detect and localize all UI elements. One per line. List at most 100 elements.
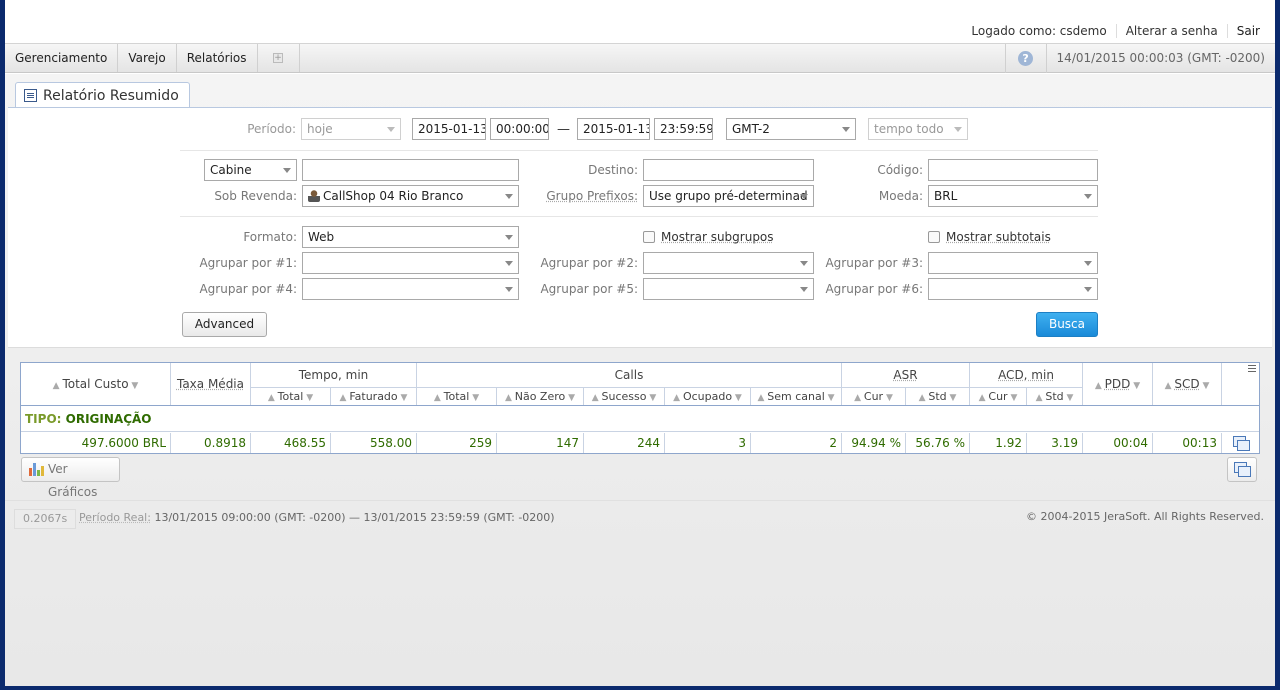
col-tempo-total-label: Total	[277, 390, 304, 403]
bar-chart-icon	[29, 463, 44, 476]
cabine-input[interactable]	[302, 159, 519, 181]
date-to-input[interactable]: 2015-01-13	[577, 118, 650, 140]
moeda-select[interactable]: BRL	[928, 185, 1098, 207]
col-asr-cur-label: Cur	[863, 390, 884, 403]
sob-revenda-select[interactable]: CallShop 04 Rio Branco	[302, 185, 519, 207]
logged-as-text: Logado como: csdemo	[971, 24, 1107, 38]
agrupar6-select[interactable]	[928, 278, 1098, 300]
col-taxa-media[interactable]: Taxa Média	[171, 363, 251, 405]
col-group-tempo: Tempo, min	[251, 363, 417, 387]
agrupar1-select[interactable]	[302, 252, 519, 274]
tab-relatorio-resumido[interactable]: Relatório Resumido	[15, 82, 190, 108]
cell-asr-cur: 94.94 %	[842, 433, 906, 453]
mostrar-subtotais-checkbox[interactable]: Mostrar subtotais	[928, 230, 1051, 244]
reseller-avatar-icon	[308, 189, 320, 202]
col-pdd[interactable]: ▲ PDD ▼	[1083, 363, 1153, 405]
col-tempo-faturado-label: Faturado	[349, 390, 398, 403]
formato-select[interactable]: Web	[302, 226, 519, 248]
menu-gerenciamento[interactable]: Gerenciamento	[5, 44, 119, 72]
col-asr-cur[interactable]: ▲ Cur ▼	[842, 387, 906, 405]
col-calls-nao-zero[interactable]: ▲ Não Zero ▼	[497, 387, 584, 405]
col-calls-ocupado-label: Ocupado	[682, 390, 733, 403]
col-group-asr: ASR	[842, 363, 970, 387]
col-calls-ocupado[interactable]: ▲ Ocupado ▼	[665, 387, 751, 405]
codigo-label: Código:	[877, 163, 923, 177]
col-calls-total-label: Total	[443, 390, 470, 403]
plus-icon: +	[273, 53, 283, 63]
col-acd-std[interactable]: ▲ Std ▼	[1027, 387, 1083, 405]
cell-calls-sucesso: 244	[584, 433, 665, 453]
cell-tempo-total: 468.55	[251, 433, 331, 453]
col-acd-cur[interactable]: ▲ Cur ▼	[970, 387, 1027, 405]
col-tempo-faturado[interactable]: ▲ Faturado ▼	[331, 387, 417, 405]
col-calls-sem-canal[interactable]: ▲ Sem canal ▼	[751, 387, 842, 405]
agrupar2-select[interactable]	[643, 252, 814, 274]
col-acd-std-label: Std	[1045, 390, 1064, 403]
periodo-real-label: Período Real:	[79, 511, 151, 524]
range-select[interactable]: tempo todo	[868, 118, 968, 140]
col-calls-sucesso-label: Sucesso	[601, 390, 647, 403]
add-tab-button[interactable]: +	[258, 44, 300, 72]
server-datetime: 14/01/2015 00:00:03 (GMT: -0200)	[1056, 51, 1265, 65]
cabine-select[interactable]: Cabine	[204, 159, 297, 181]
periodo-label: Período:	[247, 122, 296, 136]
search-button[interactable]: Busca	[1036, 312, 1098, 337]
col-asr-std-label: Std	[928, 390, 947, 403]
advanced-button[interactable]: Advanced	[182, 312, 267, 337]
checkbox-box	[643, 231, 655, 243]
checkbox-box	[928, 231, 940, 243]
agrupar5-select[interactable]	[643, 278, 814, 300]
cell-calls-sem-canal: 2	[751, 433, 842, 453]
sob-revenda-value: CallShop 04 Rio Branco	[323, 189, 464, 203]
time-to-input[interactable]: 23:59:59	[654, 118, 713, 140]
agrupar4-select[interactable]	[302, 278, 519, 300]
col-pdd-label: PDD	[1104, 377, 1131, 391]
periodo-real: Período Real: 13/01/2015 09:00:00 (GMT: …	[79, 511, 555, 524]
codigo-input[interactable]	[928, 159, 1098, 181]
results-table: ▲ Total Custo ▼ Taxa Média Tempo, min ▲ …	[20, 362, 1260, 454]
col-calls-total[interactable]: ▲ Total ▼	[417, 387, 497, 405]
menu-relatorios[interactable]: Relatórios	[177, 44, 258, 72]
render-time-badge: 0.2067s	[14, 509, 77, 529]
copyright: © 2004-2015 JeraSoft. All Rights Reserve…	[1026, 510, 1264, 523]
copy-table-button[interactable]	[1227, 457, 1257, 482]
date-range-dash: —	[557, 122, 570, 137]
col-calls-sucesso[interactable]: ▲ Sucesso ▼	[584, 387, 665, 405]
col-group-asr-label: ASR	[893, 368, 918, 382]
col-group-acd-label: ACD, min	[998, 368, 1054, 382]
col-tempo-total[interactable]: ▲ Total ▼	[251, 387, 331, 405]
col-group-acd: ACD, min	[970, 363, 1083, 387]
cell-pdd: 00:04	[1083, 433, 1153, 453]
destino-input[interactable]	[643, 159, 814, 181]
agrupar3-select[interactable]	[928, 252, 1098, 274]
col-scd[interactable]: ▲ SCD ▼	[1153, 363, 1222, 405]
col-total-custo[interactable]: ▲ Total Custo ▼	[21, 363, 171, 405]
timezone-select[interactable]: GMT-2	[726, 118, 856, 140]
change-password-link[interactable]: Alterar a senha	[1115, 24, 1227, 38]
col-calls-nao-zero-label: Não Zero	[514, 390, 566, 403]
cell-asr-std: 56.76 %	[906, 433, 970, 453]
time-from-input[interactable]: 00:00:00	[490, 118, 549, 140]
logout-link[interactable]: Sair	[1226, 24, 1269, 38]
copy-row-icon[interactable]	[1233, 436, 1250, 451]
col-total-custo-label: Total Custo	[62, 377, 129, 391]
mostrar-subgrupos-label: Mostrar subgrupos	[661, 230, 774, 244]
cell-taxa-media: 0.8918	[171, 433, 251, 453]
destino-label: Destino:	[588, 163, 638, 177]
mostrar-subgrupos-checkbox[interactable]: Mostrar subgrupos	[643, 230, 774, 244]
periodo-select[interactable]: hoje	[301, 118, 401, 140]
moeda-label: Moeda:	[878, 189, 923, 203]
date-from-input[interactable]: 2015-01-13	[412, 118, 486, 140]
main-menu: Gerenciamento Varejo Relatórios + ? 14/0…	[5, 43, 1275, 73]
col-asr-std[interactable]: ▲ Std ▼	[906, 387, 970, 405]
menu-varejo[interactable]: Varejo	[118, 44, 177, 72]
col-acd-cur-label: Cur	[988, 390, 1008, 403]
col-scd-label: SCD	[1174, 377, 1200, 391]
agrupar5-label: Agrupar por #5:	[540, 282, 638, 296]
grupo-prefixos-select[interactable]: Use grupo pré-determinad	[643, 185, 814, 207]
col-calls-sem-canal-label: Sem canal	[767, 390, 825, 403]
columns-menu-icon[interactable]	[1248, 365, 1256, 374]
agrupar2-label: Agrupar por #2:	[540, 256, 638, 270]
ver-graficos-button[interactable]: Ver Gráficos	[21, 457, 120, 499]
help-button[interactable]: ?	[1004, 43, 1047, 73]
